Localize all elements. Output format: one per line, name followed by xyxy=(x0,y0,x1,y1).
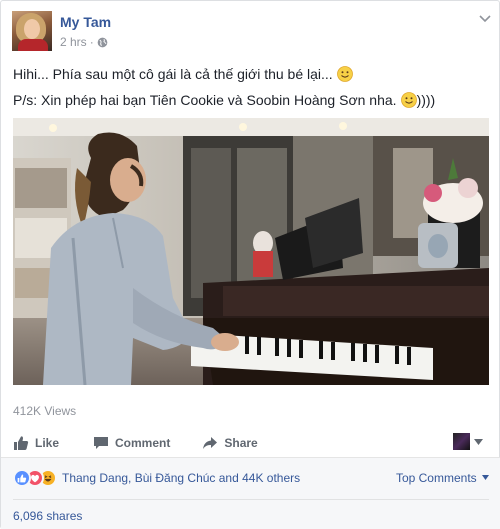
comment-button[interactable]: Comment xyxy=(93,435,170,451)
comment-bubble-icon xyxy=(94,437,109,449)
caret-down-icon xyxy=(474,438,483,445)
reaction-summary[interactable]: Thang Dang, Bùi Đăng Chúc and 44K others xyxy=(13,469,300,487)
post-card: My Tam 2 hrs · Hihi... Phía sau một cô g… xyxy=(0,0,500,529)
sort-caret-icon xyxy=(482,475,489,480)
like-button[interactable]: Like xyxy=(13,435,59,451)
post-text-line1-content: Hihi... Phía sau một cô gái là cả thế gi… xyxy=(13,66,333,82)
smile-emoji-icon xyxy=(400,92,417,108)
share-button[interactable]: Share xyxy=(202,435,258,451)
post-timestamp[interactable]: 2 hrs xyxy=(60,35,87,49)
post-options-chevron-icon[interactable] xyxy=(479,15,491,23)
meta-separator: · xyxy=(89,35,94,49)
divider xyxy=(13,499,489,500)
reaction-names[interactable]: Thang Dang, Bùi Đăng Chúc and 44K others xyxy=(62,471,300,485)
post-text-line2-suffix: )))) xyxy=(416,92,436,108)
post-text-line1: Hihi... Phía sau một cô gái là cả thế gi… xyxy=(13,66,353,82)
smile-emoji-icon xyxy=(336,66,353,82)
comment-sort-label: Top Comments xyxy=(395,471,477,485)
video-frame-image xyxy=(13,118,489,385)
author-name[interactable]: My Tam xyxy=(60,14,111,30)
share-label: Share xyxy=(224,436,258,450)
video-views: 412K Views xyxy=(13,404,77,418)
post-meta: 2 hrs · xyxy=(60,35,108,49)
action-bar: Like Comment Share xyxy=(13,429,489,457)
like-reaction-icon xyxy=(13,469,31,487)
like-label: Like xyxy=(35,436,60,450)
post-as-selector[interactable] xyxy=(453,433,483,450)
thumbs-up-icon xyxy=(14,436,29,450)
comment-label: Comment xyxy=(115,436,171,450)
globe-icon[interactable] xyxy=(97,37,108,48)
post-text-line2: P/s: Xin phép hai bạn Tiên Cookie và Soo… xyxy=(13,92,435,108)
share-arrow-icon xyxy=(203,437,218,449)
reactions-section: Thang Dang, Bùi Đăng Chúc and 44K others… xyxy=(1,457,500,529)
shares-count[interactable]: 6,096 shares xyxy=(13,509,82,523)
video-player[interactable] xyxy=(13,118,489,385)
author-avatar[interactable] xyxy=(12,11,52,51)
viewer-avatar xyxy=(453,433,470,450)
post-text-line2-content: P/s: Xin phép hai bạn Tiên Cookie và Soo… xyxy=(13,92,397,108)
comment-sort-dropdown[interactable]: Top Comments xyxy=(396,471,489,485)
